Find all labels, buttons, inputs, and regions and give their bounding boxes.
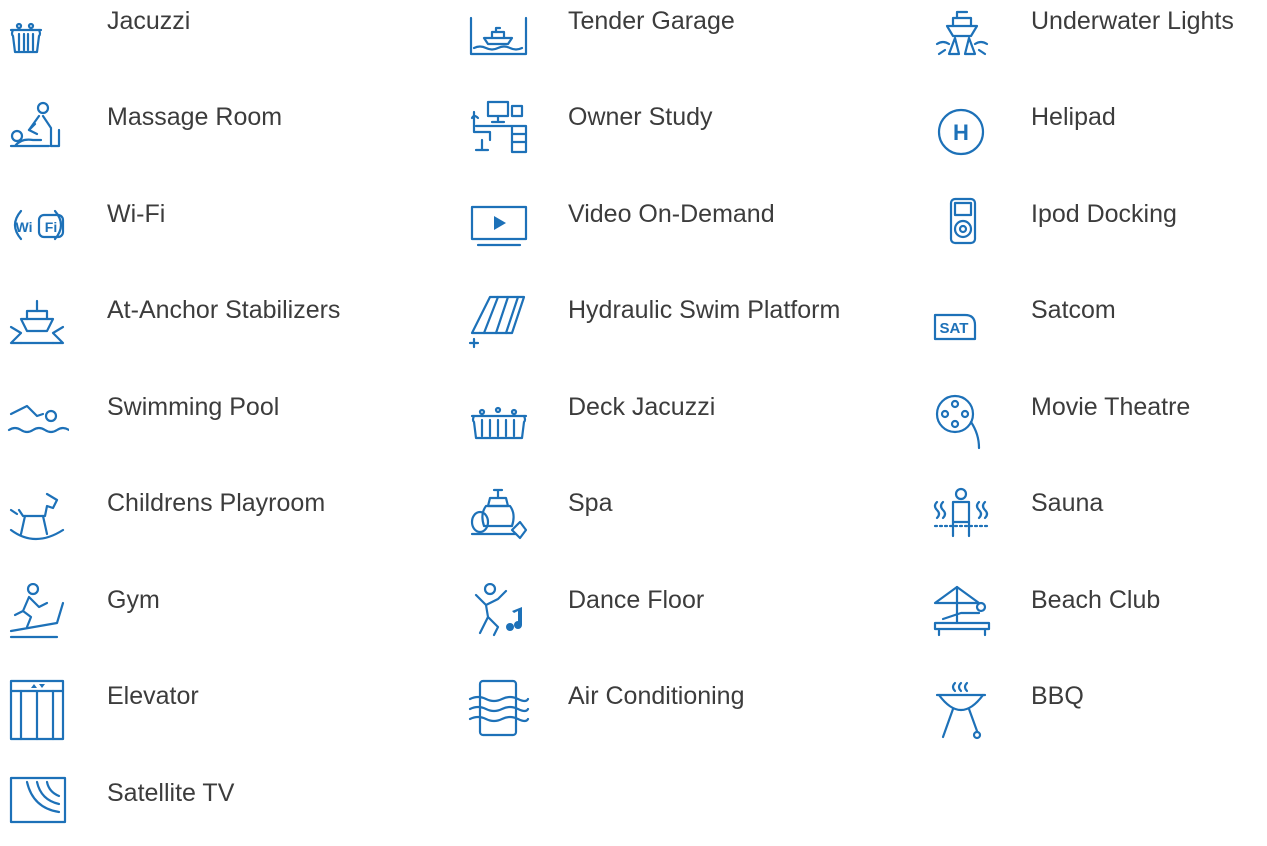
swim-platform-icon bbox=[468, 293, 530, 355]
beach-club-icon bbox=[931, 583, 993, 645]
amenity-label: Satellite TV bbox=[107, 779, 235, 807]
wifi-icon: Wi Fi bbox=[7, 197, 69, 259]
sauna-icon bbox=[931, 486, 993, 548]
wifi-glyph-left: Wi bbox=[16, 219, 33, 235]
amenity-label: Swimming Pool bbox=[107, 393, 280, 421]
treadmill-icon bbox=[7, 583, 69, 645]
ipod-icon bbox=[931, 197, 993, 259]
amenity-label: Spa bbox=[568, 489, 613, 517]
amenity-label: Gym bbox=[107, 586, 160, 614]
amenity-label: Movie Theatre bbox=[1031, 393, 1191, 421]
amenity-label: Satcom bbox=[1031, 296, 1116, 324]
film-reel-icon bbox=[931, 390, 993, 452]
amenity-label: Owner Study bbox=[568, 103, 713, 131]
amenity-label: Underwater Lights bbox=[1031, 7, 1234, 35]
amenity-label: BBQ bbox=[1031, 682, 1084, 710]
elevator-icon bbox=[7, 679, 69, 741]
bbq-icon bbox=[931, 679, 993, 741]
wifi-glyph-right: Fi bbox=[45, 219, 57, 235]
amenity-label: Beach Club bbox=[1031, 586, 1161, 614]
massage-icon bbox=[7, 100, 69, 162]
satcom-icon: SAT bbox=[931, 293, 993, 355]
satcom-glyph: SAT bbox=[940, 320, 969, 337]
amenity-label: Hydraulic Swim Platform bbox=[568, 296, 841, 324]
amenity-label: Ipod Docking bbox=[1031, 200, 1177, 228]
underwater-lights-icon bbox=[931, 4, 993, 66]
tender-garage-icon bbox=[468, 4, 530, 66]
amenity-label: Childrens Playroom bbox=[107, 489, 326, 517]
amenity-label: Air Conditioning bbox=[568, 682, 745, 710]
amenity-label: At-Anchor Stabilizers bbox=[107, 296, 341, 324]
amenity-label: Elevator bbox=[107, 682, 199, 710]
amenity-label: Dance Floor bbox=[568, 586, 705, 614]
spa-icon bbox=[468, 486, 530, 548]
dancer-icon bbox=[468, 583, 530, 645]
study-desk-icon bbox=[468, 100, 530, 162]
helipad-icon: H bbox=[931, 100, 993, 162]
amenity-label: Helipad bbox=[1031, 103, 1116, 131]
air-conditioning-icon bbox=[468, 679, 530, 741]
jacuzzi-icon bbox=[7, 4, 69, 66]
swimmer-icon bbox=[7, 390, 69, 452]
amenity-label: Deck Jacuzzi bbox=[568, 393, 716, 421]
amenity-label: Wi-Fi bbox=[107, 200, 166, 228]
deck-jacuzzi-icon bbox=[468, 390, 530, 452]
stabilizers-icon bbox=[7, 293, 69, 355]
amenity-label: Massage Room bbox=[107, 103, 283, 131]
rocking-horse-icon bbox=[7, 486, 69, 548]
satellite-tv-icon bbox=[7, 776, 69, 838]
video-play-icon bbox=[468, 197, 530, 259]
amenity-label: Jacuzzi bbox=[107, 7, 191, 35]
amenity-label: Tender Garage bbox=[568, 7, 735, 35]
helipad-glyph: H bbox=[953, 120, 969, 145]
amenity-label: Sauna bbox=[1031, 489, 1104, 517]
amenity-label: Video On-Demand bbox=[568, 200, 775, 228]
